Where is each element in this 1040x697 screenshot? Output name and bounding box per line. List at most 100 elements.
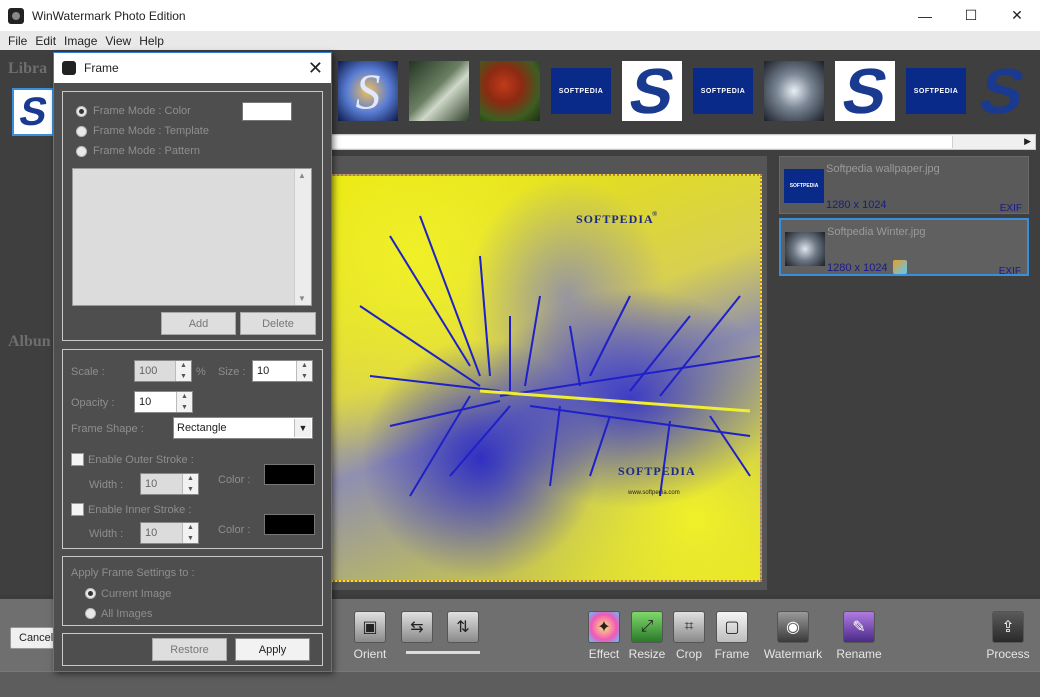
effect-icon: ✦ <box>588 611 620 643</box>
menu-view[interactable]: View <box>101 34 135 48</box>
file-item-selected[interactable]: Softpedia Winter.jpg 1280 x 1024 EXIF <box>779 218 1029 277</box>
current-image-label: Current Image <box>101 588 172 600</box>
thumbnail-item[interactable]: SOFTPEDIA <box>693 68 753 114</box>
dialog-actions-group: Restore Apply <box>62 633 323 666</box>
file-thumbnail: SOFTPEDIA <box>784 169 824 203</box>
template-list[interactable]: ▲ ▼ <box>72 168 312 306</box>
orient-icon: ▣ <box>354 611 386 643</box>
thumbnail-item[interactable]: SOFTPEDIA <box>551 68 611 114</box>
outer-width-spinner[interactable]: 10 ▲ ▼ <box>140 473 199 495</box>
apply-button[interactable]: Apply <box>235 638 310 661</box>
watermark-badge-icon <box>893 260 907 274</box>
thumbnail-scrollbar[interactable]: ▶ <box>330 134 1036 150</box>
window-title: WinWatermark Photo Edition <box>32 8 186 23</box>
library-selected-thumbnail[interactable]: S <box>12 88 54 136</box>
preview-image[interactable]: SOFTPEDIA ® SOFTPEDIA www.softpedia.com <box>330 174 762 582</box>
file-thumb-text: SOFTPEDIA <box>789 183 819 189</box>
scale-spinner[interactable]: 100 ▲ ▼ <box>134 360 192 382</box>
template-list-scrollbar[interactable]: ▲ ▼ <box>294 169 311 305</box>
thumb-text: SOFTPEDIA <box>700 87 746 95</box>
exif-link[interactable]: EXIF <box>1000 203 1022 214</box>
orient-underline <box>406 651 480 654</box>
camera-icon: ◉ <box>777 611 809 643</box>
thumbnail-item[interactable]: S <box>622 61 682 121</box>
frame-shape-label: Frame Shape : <box>71 423 144 435</box>
thumbnail-item[interactable]: S <box>835 61 895 121</box>
size-label: Size : <box>218 366 246 378</box>
close-button[interactable]: ✕ <box>994 0 1040 31</box>
thumbnail-item[interactable]: SOFTPEDIA <box>906 68 966 114</box>
crop-icon: ⌗ <box>673 611 705 643</box>
dialog-close-icon[interactable]: ✕ <box>308 58 323 79</box>
inner-color-swatch[interactable] <box>264 514 315 535</box>
process-button[interactable]: ⇪ Process <box>978 611 1038 661</box>
watermark-url: www.softpedia.com <box>628 490 680 496</box>
frame-color-swatch[interactable] <box>242 102 292 121</box>
album-label: Albun <box>8 333 51 350</box>
menu-help[interactable]: Help <box>135 34 168 48</box>
frame-shape-value: Rectangle <box>177 422 227 434</box>
current-image-radio[interactable] <box>85 588 96 599</box>
exif-link[interactable]: EXIF <box>999 266 1021 277</box>
size-spinner[interactable]: 10 ▲ ▼ <box>252 360 313 382</box>
effect-label: Effect <box>588 647 620 661</box>
rename-icon: ✎ <box>843 611 875 643</box>
scroll-right-icon[interactable]: ▶ <box>1024 136 1031 147</box>
inner-width-spinner[interactable]: 10 ▲ ▼ <box>140 522 199 544</box>
scroll-down-icon[interactable]: ▼ <box>298 294 306 303</box>
file-item[interactable]: SOFTPEDIA Softpedia wallpaper.jpg 1280 x… <box>779 156 1029 214</box>
thumb-text: SOFTPEDIA <box>913 87 959 95</box>
thumb-glyph: S <box>623 61 681 121</box>
file-name: Softpedia wallpaper.jpg <box>826 163 940 175</box>
outer-stroke-label: Enable Outer Stroke : <box>88 454 194 466</box>
menu-file[interactable]: File <box>4 34 31 48</box>
menu-image[interactable]: Image <box>60 34 101 48</box>
mode-template-label: Frame Mode : Template <box>93 125 209 137</box>
opacity-label: Opacity : <box>71 397 115 409</box>
restore-button[interactable]: Restore <box>152 638 227 661</box>
mode-color-radio[interactable] <box>76 106 87 117</box>
inner-stroke-checkbox[interactable] <box>71 503 84 516</box>
thumbnail-item[interactable]: S <box>338 61 398 121</box>
thumbnail-item[interactable] <box>409 61 469 121</box>
watermark-label: Watermark <box>763 647 823 661</box>
outer-color-label: Color : <box>218 474 251 486</box>
thumbnail-item[interactable] <box>480 61 540 121</box>
flip-vertical-button[interactable]: ⇅ <box>433 611 493 643</box>
menu-bar: File Edit Image View Help <box>0 31 1040 50</box>
thumbnail-item[interactable]: S <box>977 61 1027 121</box>
scrollbar-thumb[interactable] <box>331 136 953 148</box>
thumb-glyph: S <box>355 63 381 119</box>
outer-color-swatch[interactable] <box>264 464 315 485</box>
process-label: Process <box>986 647 1030 661</box>
apply-to-group: Apply Frame Settings to : Current Image … <box>62 556 323 626</box>
apply-to-label: Apply Frame Settings to : <box>71 567 195 579</box>
frame-icon: ▢ <box>716 611 748 643</box>
scale-label: Scale : <box>71 366 105 378</box>
inner-width-value: 10 <box>145 527 158 539</box>
watermark-button[interactable]: ◉ Watermark <box>745 611 841 661</box>
delete-button[interactable]: Delete <box>240 312 316 335</box>
title-bar: WinWatermark Photo Edition — ☐ ✕ <box>0 0 1040 31</box>
mode-pattern-radio[interactable] <box>76 146 87 157</box>
mode-template-radio[interactable] <box>76 126 87 137</box>
thumbnail-strip: S SOFTPEDIA S SOFTPEDIA S SOFTPEDIA S <box>338 58 1027 124</box>
frame-shape-dropdown[interactable]: Rectangle ▼ <box>173 417 313 439</box>
rename-button[interactable]: ✎ Rename <box>829 611 889 661</box>
cancel-button[interactable]: Cancel <box>10 627 58 649</box>
minimize-button[interactable]: — <box>902 0 948 31</box>
outer-stroke-checkbox[interactable] <box>71 453 84 466</box>
s-logo-glyph: S <box>15 89 52 134</box>
thumb-text: SOFTPEDIA <box>558 87 604 95</box>
file-dimensions: 1280 x 1024 <box>826 199 887 211</box>
scroll-up-icon[interactable]: ▲ <box>298 171 306 180</box>
opacity-spinner[interactable]: 10 ▲ ▼ <box>134 391 193 413</box>
add-button[interactable]: Add <box>161 312 236 335</box>
outer-width-value: 10 <box>145 478 158 490</box>
all-images-radio[interactable] <box>85 608 96 619</box>
inner-stroke-label: Enable Inner Stroke : <box>88 504 192 516</box>
menu-edit[interactable]: Edit <box>31 34 60 48</box>
maximize-button[interactable]: ☐ <box>948 0 994 31</box>
thumbnail-item[interactable] <box>764 61 824 121</box>
status-bar <box>0 671 1040 697</box>
